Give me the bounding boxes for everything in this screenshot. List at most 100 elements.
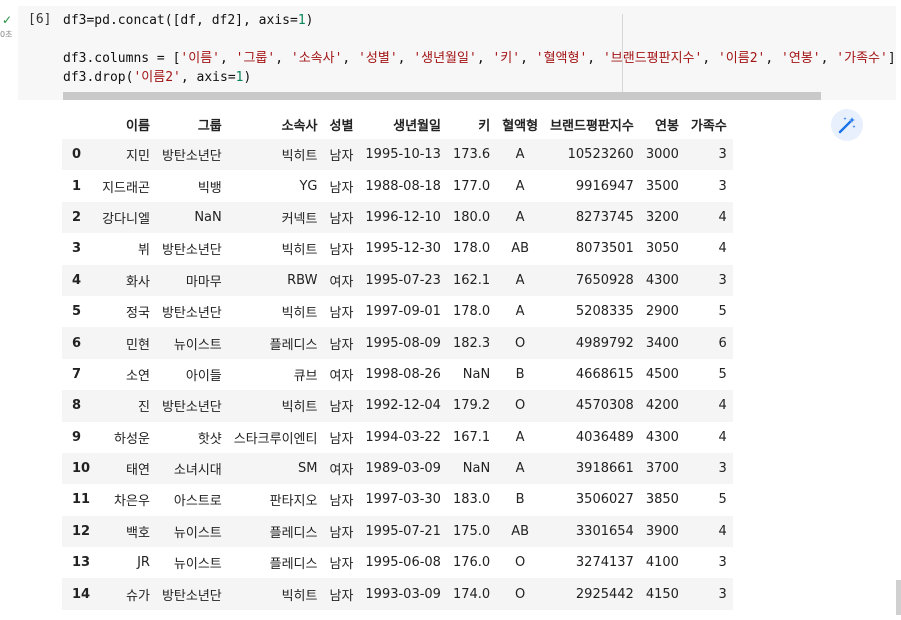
table-cell: 1996-12-10 — [365, 209, 441, 225]
column-header: 브랜드평판지수 — [550, 118, 634, 134]
table-cell: 173.6 — [452, 147, 491, 163]
table-cell: NaN — [194, 209, 222, 225]
table-cell: 커넥트 — [281, 211, 318, 227]
table-cell: 3274137 — [575, 555, 634, 571]
table-cell: 4100 — [645, 555, 679, 571]
table-row: 10 태연 소녀시대 SM 여자 1989-03-09 NaN A 3918661 3700 3 — [62, 452, 733, 485]
table-cell: 1993-03-09 — [365, 586, 441, 602]
table-row: 13 JR 뉴이스트 플레디스 남자 1995-06-08 176.0 O 3274137 410… — [62, 547, 733, 578]
row-index: 5 — [72, 304, 82, 320]
table-row: 8 진 방탄소년단 빅히트 남자 1992-12-04 179.2 O 4570308 4200 4 — [62, 390, 733, 422]
vertical-scrollbar[interactable] — [896, 580, 901, 615]
table-cell: 여자 — [329, 368, 354, 384]
table-cell: NaN — [462, 461, 491, 477]
table-cell: 3 — [718, 272, 727, 288]
table-cell: 빅히트 — [281, 149, 318, 165]
table-cell: 여자 — [329, 463, 354, 479]
table-cell: A — [515, 429, 525, 445]
row-index: 8 — [72, 398, 82, 414]
exec-time: 0초 — [0, 30, 13, 39]
row-index: 4 — [72, 272, 82, 288]
table-row: 4 화사 마마무 RBW 여자 1995-07-23 162.1 A 7650928 4300 3 — [62, 264, 733, 296]
table-cell: 남자 — [329, 400, 354, 416]
table-cell: SM — [298, 461, 318, 477]
table-row: 0 지민 방탄소년단 빅히트 남자 1995-10-13 173.6 A 10523260 300… — [62, 139, 733, 171]
table-cell: 3200 — [645, 209, 679, 225]
table-cell: 9916947 — [575, 178, 634, 194]
table-cell: 3 — [718, 461, 727, 477]
table-cell: 3900 — [645, 523, 679, 539]
table-cell: 4 — [718, 241, 727, 257]
row-index: 11 — [72, 492, 91, 508]
table-cell: 남자 — [329, 588, 354, 604]
table-cell: 4036489 — [575, 429, 634, 445]
column-header: 연봉 — [654, 118, 679, 134]
table-cell: O — [515, 398, 526, 414]
table-cell: 2925442 — [575, 586, 634, 602]
table-cell: 뉴이스트 — [173, 557, 222, 573]
table-cell: 3506027 — [575, 492, 634, 508]
header-row: 이름 그룹 소속사 성별 생년월일 키 혈액형 브랜드평판지수 연봉 가족수 — [62, 109, 733, 139]
table-cell: 5 — [718, 304, 727, 320]
table-cell: 3400 — [645, 335, 679, 351]
table-cell: 1992-12-04 — [365, 398, 441, 414]
cell-gutter: ✓ 0초 — [0, 0, 18, 100]
table-cell: 민현 — [126, 337, 150, 353]
table-cell: 7650928 — [575, 272, 634, 288]
table-cell: O — [515, 586, 526, 602]
table-cell: 빅뱅 — [197, 180, 222, 196]
table-row: 3 뷔 방탄소년단 빅히트 남자 1995-12-30 178.0 AB 8073501 3050… — [62, 233, 733, 264]
table-row: 12 백호 뉴이스트 플레디스 남자 1995-07-21 175.0 AB 3301654 39… — [62, 515, 733, 548]
table-cell: A — [515, 461, 525, 477]
table-cell: 4989792 — [575, 335, 634, 351]
table-cell: 178.0 — [452, 241, 491, 257]
column-header: 성별 — [329, 118, 354, 134]
table-cell: 1997-09-01 — [365, 304, 441, 320]
table-cell: 백호 — [126, 525, 150, 541]
table-cell: 정국 — [126, 306, 150, 322]
row-index: 0 — [72, 147, 82, 163]
table-cell: 화사 — [126, 274, 150, 290]
table-cell: B — [515, 366, 525, 382]
table-cell: 1995-07-21 — [365, 523, 441, 539]
table-cell: 4668615 — [575, 366, 634, 382]
table-cell: 4570308 — [575, 398, 634, 414]
table-cell: 남자 — [329, 243, 354, 259]
table-cell: 3 — [718, 555, 727, 571]
table-cell: RBW — [287, 272, 318, 288]
row-index: 13 — [72, 555, 91, 571]
table-cell: 5208335 — [575, 304, 634, 320]
table-cell: 강다니엘 — [102, 211, 150, 227]
magic-wand-button[interactable] — [831, 109, 863, 141]
table-cell: 마마무 — [185, 274, 222, 290]
table-row: 9 하성운 핫샷 스타크루이엔티 남자 1994-03-22 167.1 A 4036489 43… — [62, 422, 733, 453]
table-cell: 4500 — [645, 366, 679, 382]
table-cell: 8273745 — [575, 209, 634, 225]
table-cell: 179.2 — [452, 398, 491, 414]
table-cell: 플레디스 — [269, 337, 318, 353]
table-cell: 1995-06-08 — [365, 555, 441, 571]
table-cell: 4300 — [645, 272, 679, 288]
table-cell: 남자 — [329, 149, 354, 165]
table-cell: NaN — [462, 366, 491, 382]
horizontal-scrollbar[interactable] — [63, 92, 821, 100]
table-cell: 소연 — [126, 368, 150, 384]
table-cell: 진 — [137, 400, 150, 416]
table-cell: 3918661 — [575, 461, 634, 477]
code-editor[interactable]: df3=pd.concat([df, df2], axis=1) df3.col… — [63, 12, 893, 88]
row-index: 2 — [72, 209, 82, 225]
table-cell: 하성운 — [114, 431, 150, 447]
table-cell: 1997-03-30 — [365, 492, 441, 508]
code-line: df3.columns = ['이름', '그룹', '소속사', '성별', … — [63, 51, 893, 66]
table-cell: 남자 — [329, 211, 354, 227]
table-cell: 4 — [718, 398, 727, 414]
table-cell: 4 — [718, 429, 727, 445]
table-cell: A — [515, 178, 525, 194]
table-cell: 3 — [718, 178, 727, 194]
table-cell: 177.0 — [452, 178, 491, 194]
table-cell: 167.1 — [452, 429, 491, 445]
table-cell: 1994-03-22 — [365, 429, 441, 445]
table-cell: O — [515, 335, 526, 351]
table-cell: AB — [511, 523, 530, 539]
table-cell: 1989-03-09 — [365, 461, 441, 477]
